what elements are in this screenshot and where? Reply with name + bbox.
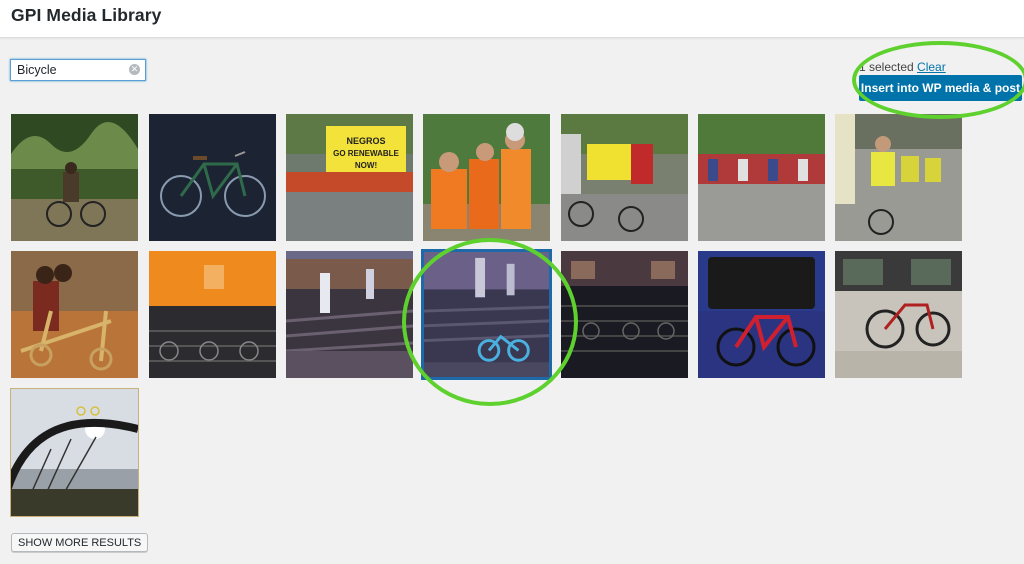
- media-thumbnail-2[interactable]: [149, 114, 276, 241]
- media-thumbnail-10[interactable]: [286, 251, 413, 378]
- header-bar: GPI Media Library: [0, 0, 1024, 38]
- svg-text:GO RENEWABLE: GO RENEWABLE: [333, 149, 399, 158]
- selection-info: 1 selected Clear: [859, 60, 946, 74]
- selected-count: 1 selected: [859, 60, 914, 74]
- media-thumbnail-11[interactable]: [421, 249, 552, 380]
- media-thumbnail-9[interactable]: [149, 251, 276, 378]
- media-thumbnail-1[interactable]: [11, 114, 138, 241]
- media-thumbnail-3[interactable]: NEGROS GO RENEWABLE NOW!: [286, 114, 413, 241]
- media-thumbnail-4[interactable]: [423, 114, 550, 241]
- page-title: GPI Media Library: [11, 5, 162, 25]
- media-thumbnail-12[interactable]: [561, 251, 688, 378]
- clear-search-icon[interactable]: ✕: [129, 64, 140, 75]
- search-field[interactable]: ✕: [10, 59, 146, 81]
- media-thumbnail-13[interactable]: [698, 251, 825, 378]
- insert-into-media-button[interactable]: Insert into WP media & post: [859, 75, 1022, 101]
- svg-text:NOW!: NOW!: [355, 161, 377, 170]
- media-thumbnail-8[interactable]: [11, 251, 138, 378]
- media-thumbnail-5[interactable]: [561, 114, 688, 241]
- media-thumbnail-14[interactable]: [835, 251, 962, 378]
- media-thumbnail-15[interactable]: [11, 389, 138, 516]
- clear-selection-link[interactable]: Clear: [917, 60, 946, 74]
- svg-text:NEGROS: NEGROS: [346, 136, 385, 146]
- search-input[interactable]: [11, 60, 127, 80]
- show-more-results-button[interactable]: SHOW MORE RESULTS: [11, 533, 149, 552]
- media-thumbnail-7[interactable]: [835, 114, 962, 241]
- media-thumbnail-6[interactable]: [698, 114, 825, 241]
